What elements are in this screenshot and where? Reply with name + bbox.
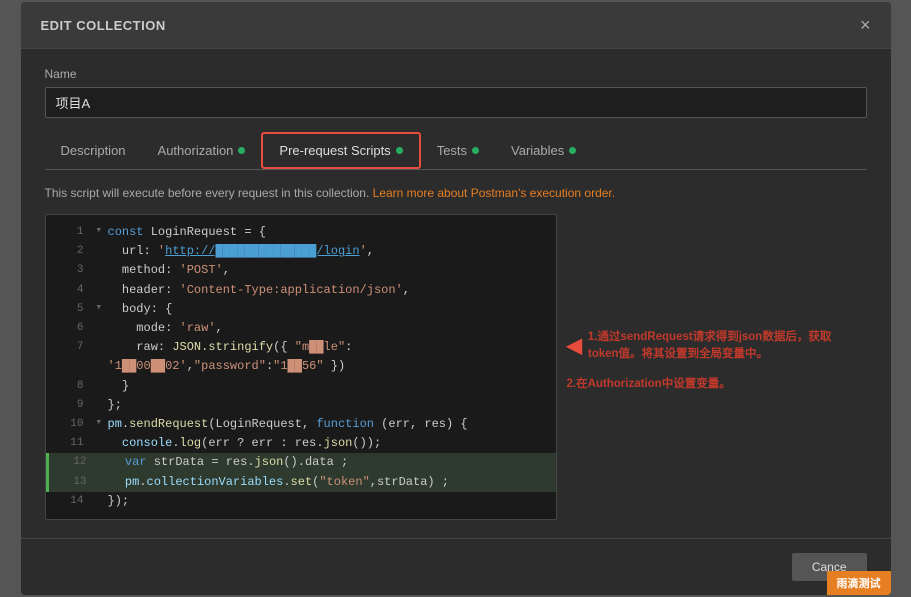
authorization-dot	[238, 147, 245, 154]
code-area-wrapper: 1 ▾ const LoginRequest = { 2 url: 'http:…	[45, 214, 867, 520]
edit-collection-modal: EDIT COLLECTION × Name Description Autho…	[21, 2, 891, 595]
pre-request-dot	[396, 147, 403, 154]
modal-body: Name Description Authorization Pre-reque…	[21, 49, 891, 538]
code-line-4: 4 header: 'Content-Type:application/json…	[46, 281, 556, 300]
code-line-8: 8 }	[46, 377, 556, 396]
annotations-panel: ◀ 1.通过sendRequest请求得到json数据后，获取token值。将其…	[557, 214, 867, 520]
code-line-6: 6 mode: 'raw',	[46, 319, 556, 338]
tab-variables[interactable]: Variables	[495, 132, 592, 169]
tab-description-text: This script will execute before every re…	[45, 184, 867, 202]
modal-title: EDIT COLLECTION	[41, 18, 166, 33]
tests-dot	[472, 147, 479, 154]
code-line-13: 13 pm.collectionVariables.set("token",st…	[46, 473, 556, 492]
code-line-10: 10 ▾ pm.sendRequest(LoginRequest, functi…	[46, 415, 556, 434]
code-line-12: 12 var strData = res.json().data ;	[46, 453, 556, 472]
code-line-5: 5 ▾ body: {	[46, 300, 556, 319]
name-label: Name	[45, 67, 867, 81]
code-line-9: 9 };	[46, 396, 556, 415]
modal-header: EDIT COLLECTION ×	[21, 2, 891, 49]
annotation-1-arrow: ◀	[567, 331, 582, 361]
code-line-14: 14 });	[46, 492, 556, 511]
modal-footer: Cance 雨滴测试	[21, 538, 891, 595]
annotation-1-text: 1.通过sendRequest请求得到json数据后，获取token值。将其设置…	[588, 329, 857, 364]
watermark: 雨滴测试	[827, 571, 891, 595]
annotation-1: ◀ 1.通过sendRequest请求得到json数据后，获取token值。将其…	[567, 329, 857, 364]
variables-dot	[569, 147, 576, 154]
annotation-2-text: 2.在Authorization中设置变量。	[567, 376, 731, 393]
tab-description[interactable]: Description	[45, 132, 142, 169]
tab-tests[interactable]: Tests	[421, 132, 495, 169]
tabs-bar: Description Authorization Pre-request Sc…	[45, 132, 867, 170]
annotation-2: 2.在Authorization中设置变量。	[567, 376, 857, 393]
tab-authorization[interactable]: Authorization	[142, 132, 262, 169]
code-editor[interactable]: 1 ▾ const LoginRequest = { 2 url: 'http:…	[45, 214, 557, 520]
code-line-11: 11 console.log(err ? err : res.json());	[46, 434, 556, 453]
code-line-2: 2 url: 'http://██████████████/login',	[46, 242, 556, 261]
code-line-1: 1 ▾ const LoginRequest = {	[46, 223, 556, 242]
name-input[interactable]	[45, 87, 867, 118]
code-line-3: 3 method: 'POST',	[46, 261, 556, 280]
code-line-7: 7 raw: JSON.stringify({ "m██le": '1██00█…	[46, 338, 556, 376]
close-button[interactable]: ×	[860, 16, 871, 34]
tab-pre-request[interactable]: Pre-request Scripts	[261, 132, 420, 169]
learn-more-link[interactable]: Learn more about Postman's execution ord…	[373, 186, 615, 200]
